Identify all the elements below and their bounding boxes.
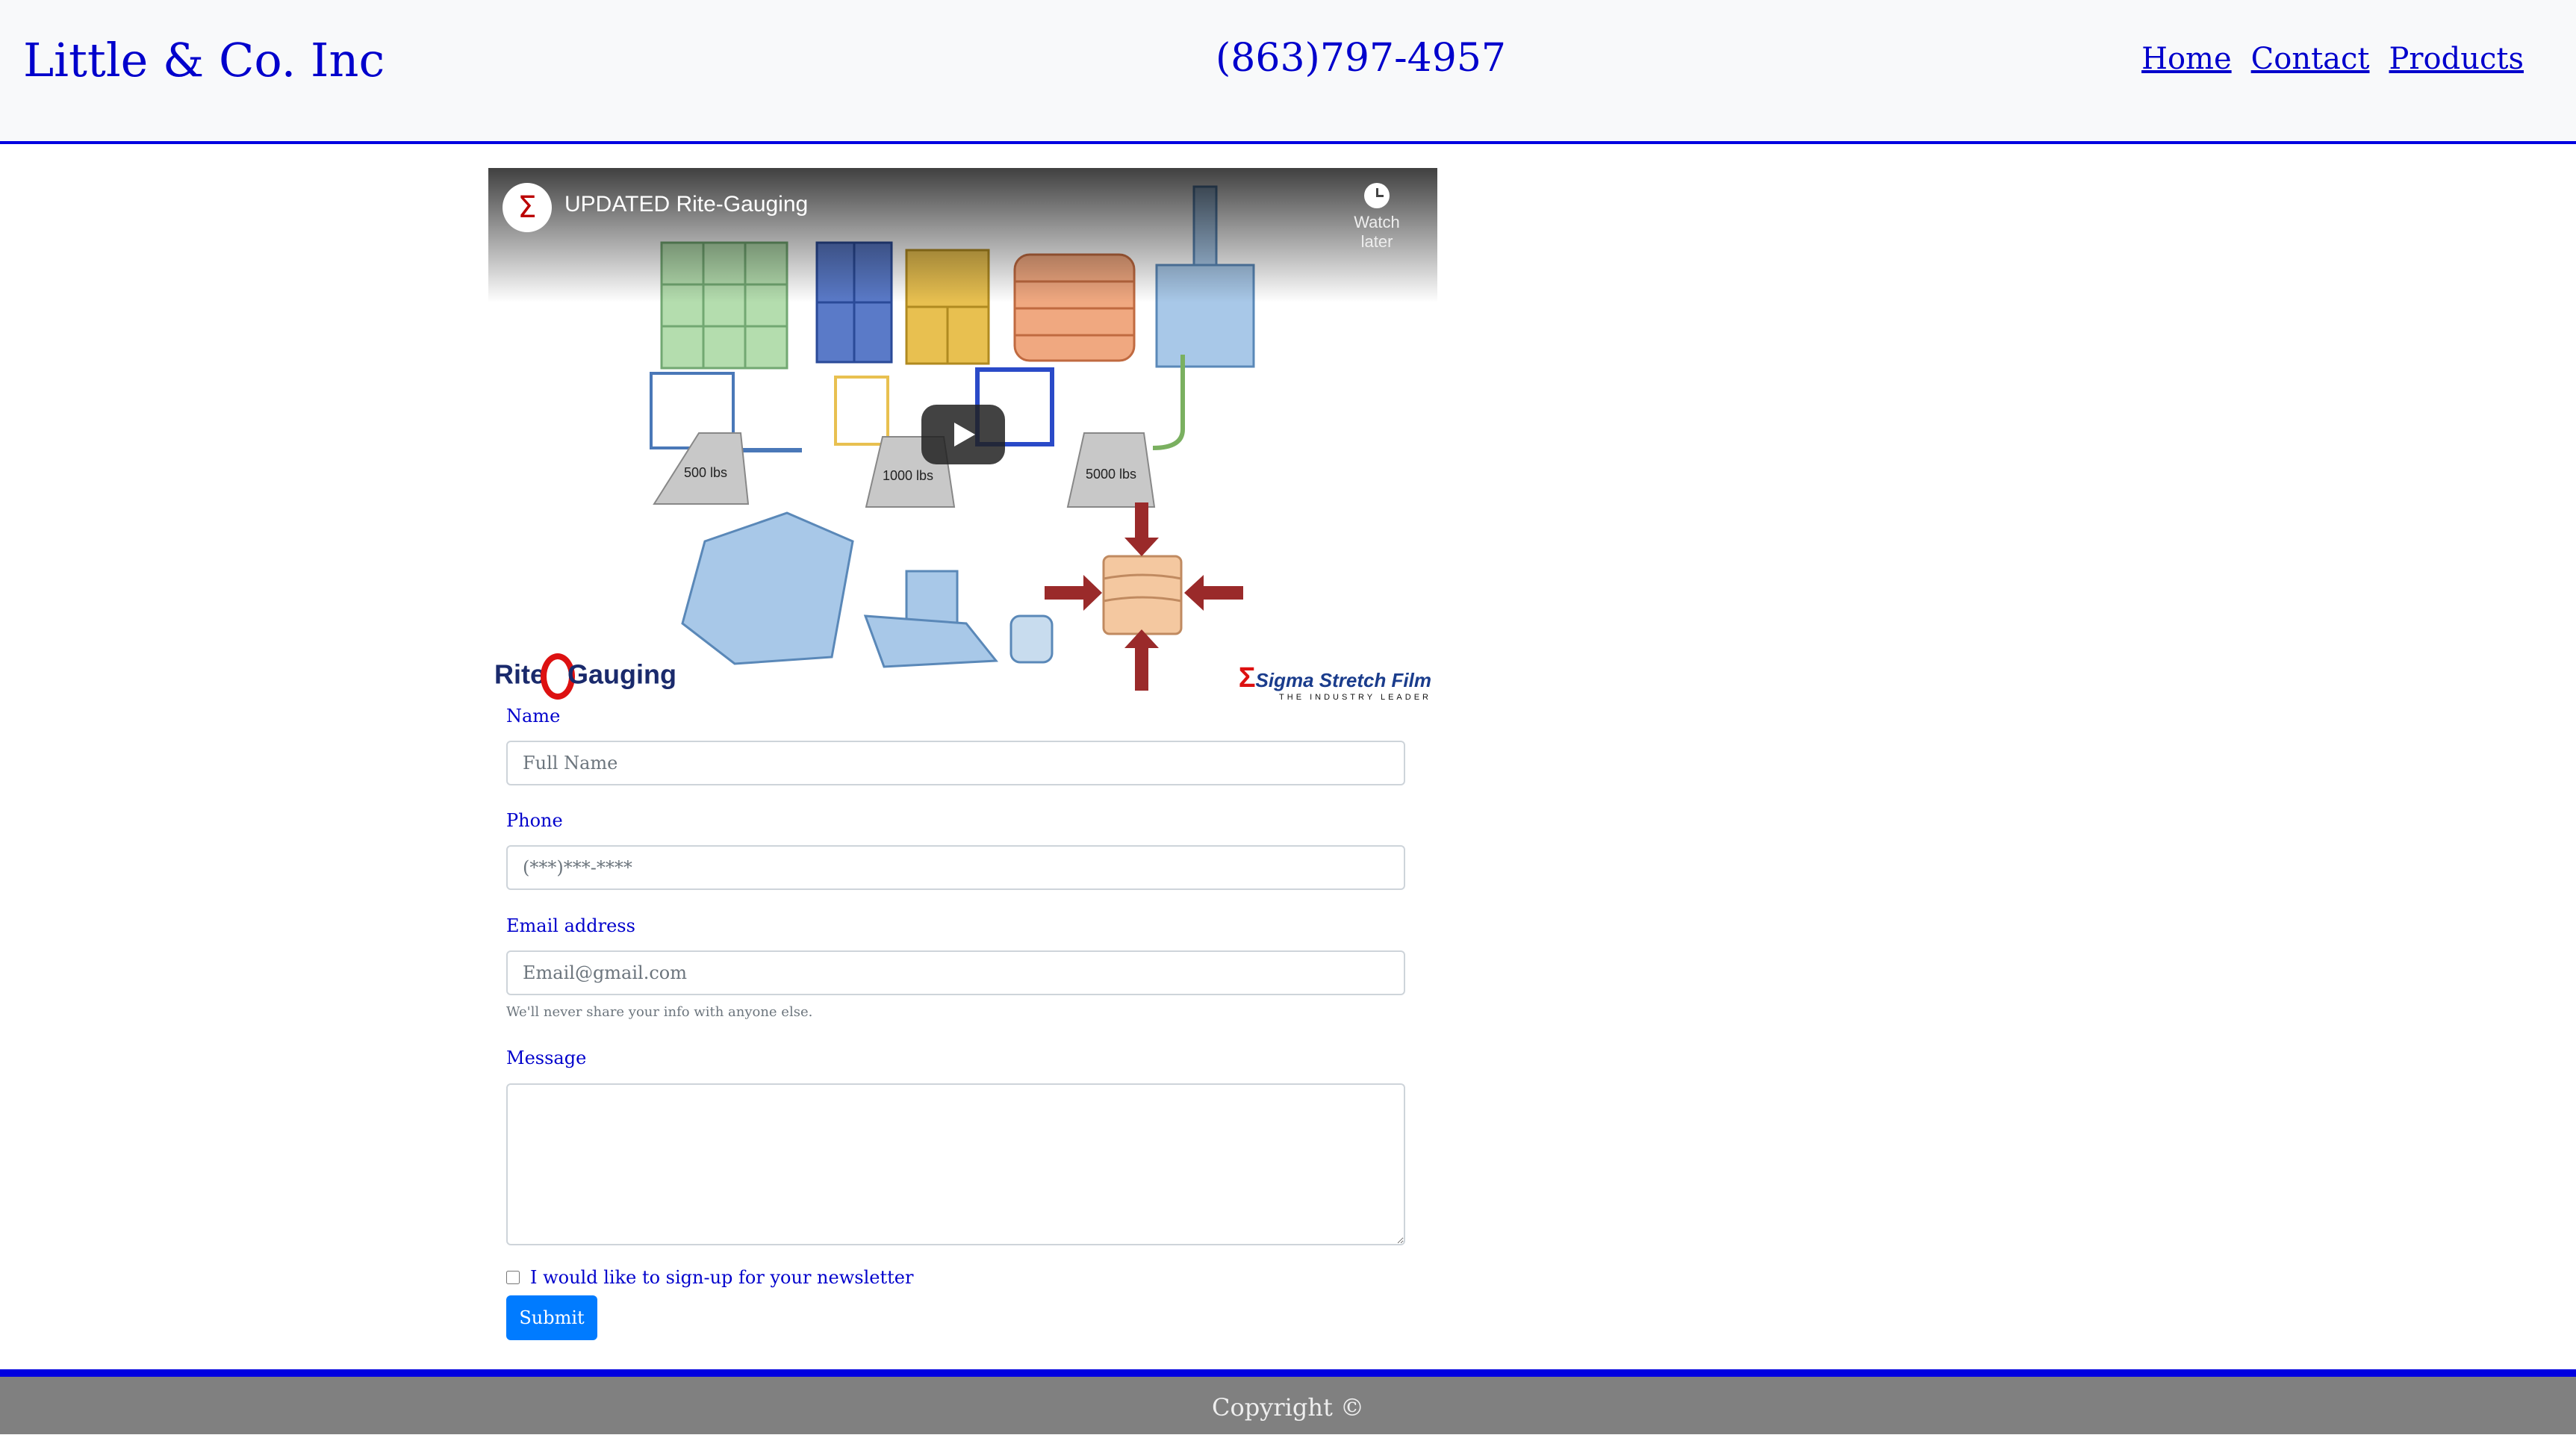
site-footer: Copyright © (0, 1377, 2576, 1434)
nav-products-link[interactable]: Products (2389, 42, 2524, 76)
phone-label: Phone (506, 810, 563, 831)
rite-gauging-logo: Rite Gauging (494, 653, 676, 700)
copyright-text: Copyright © (1212, 1393, 1364, 1422)
weight-label-2: 1000 lbs (883, 468, 933, 483)
phone-input[interactable] (506, 845, 1405, 890)
nav-home-link[interactable]: Home (2141, 42, 2232, 76)
rite-gauging-logo-part-1: Rite (494, 659, 546, 690)
clock-icon (1364, 183, 1390, 208)
newsletter-label[interactable]: I would like to sign-up for your newslet… (530, 1267, 913, 1288)
nav-contact-link[interactable]: Contact (2251, 42, 2370, 76)
channel-sigma-icon[interactable]: Σ (503, 183, 552, 232)
thumbnail-small-blocks (863, 570, 1054, 668)
email-label: Email address (506, 915, 635, 936)
newsletter-checkbox[interactable] (506, 1271, 520, 1284)
thumbnail-machine-right (1152, 355, 1185, 450)
weight-label-3: 5000 lbs (1086, 467, 1136, 482)
weight-label-1: 500 lbs (684, 465, 727, 480)
video-title-bar (488, 168, 1437, 302)
play-icon[interactable] (921, 405, 1005, 464)
sigma-logo-icon: Σ (1238, 662, 1256, 694)
message-textarea[interactable] (506, 1083, 1405, 1245)
header-phone: (863)797-4957 (1216, 36, 1506, 81)
rite-gauging-logo-part-2: Gauging (567, 659, 677, 690)
video-embed[interactable]: 500 lbs 1000 lbs 5000 lbs Σ UPDATED Rite… (488, 168, 1437, 701)
video-title[interactable]: UPDATED Rite-Gauging (564, 192, 808, 217)
email-help-text: We'll never share your info with anyone … (506, 1004, 813, 1020)
thumbnail-film-sample (1102, 555, 1183, 635)
brand-name[interactable]: Little & Co. Inc (23, 33, 385, 87)
site-header: Little & Co. Inc (863)797-4957 Home Cont… (0, 0, 2576, 144)
watch-later-label: Watch later (1354, 213, 1400, 251)
sigma-stretch-film-logo: ΣSigma Stretch Film THE INDUSTRY LEADER (1239, 662, 1431, 701)
submit-button[interactable]: Submit (506, 1295, 597, 1340)
footer-divider (0, 1369, 2576, 1377)
email-input[interactable] (506, 950, 1405, 995)
name-label: Name (506, 706, 561, 726)
name-input[interactable] (506, 741, 1405, 785)
watch-later-button[interactable]: Watch later (1343, 183, 1410, 252)
sigma-logo-name: Sigma Stretch Film (1255, 669, 1432, 691)
message-label: Message (506, 1048, 587, 1068)
thumbnail-large-cube (681, 511, 854, 665)
main-nav: Home Contact Products (2141, 42, 2524, 76)
